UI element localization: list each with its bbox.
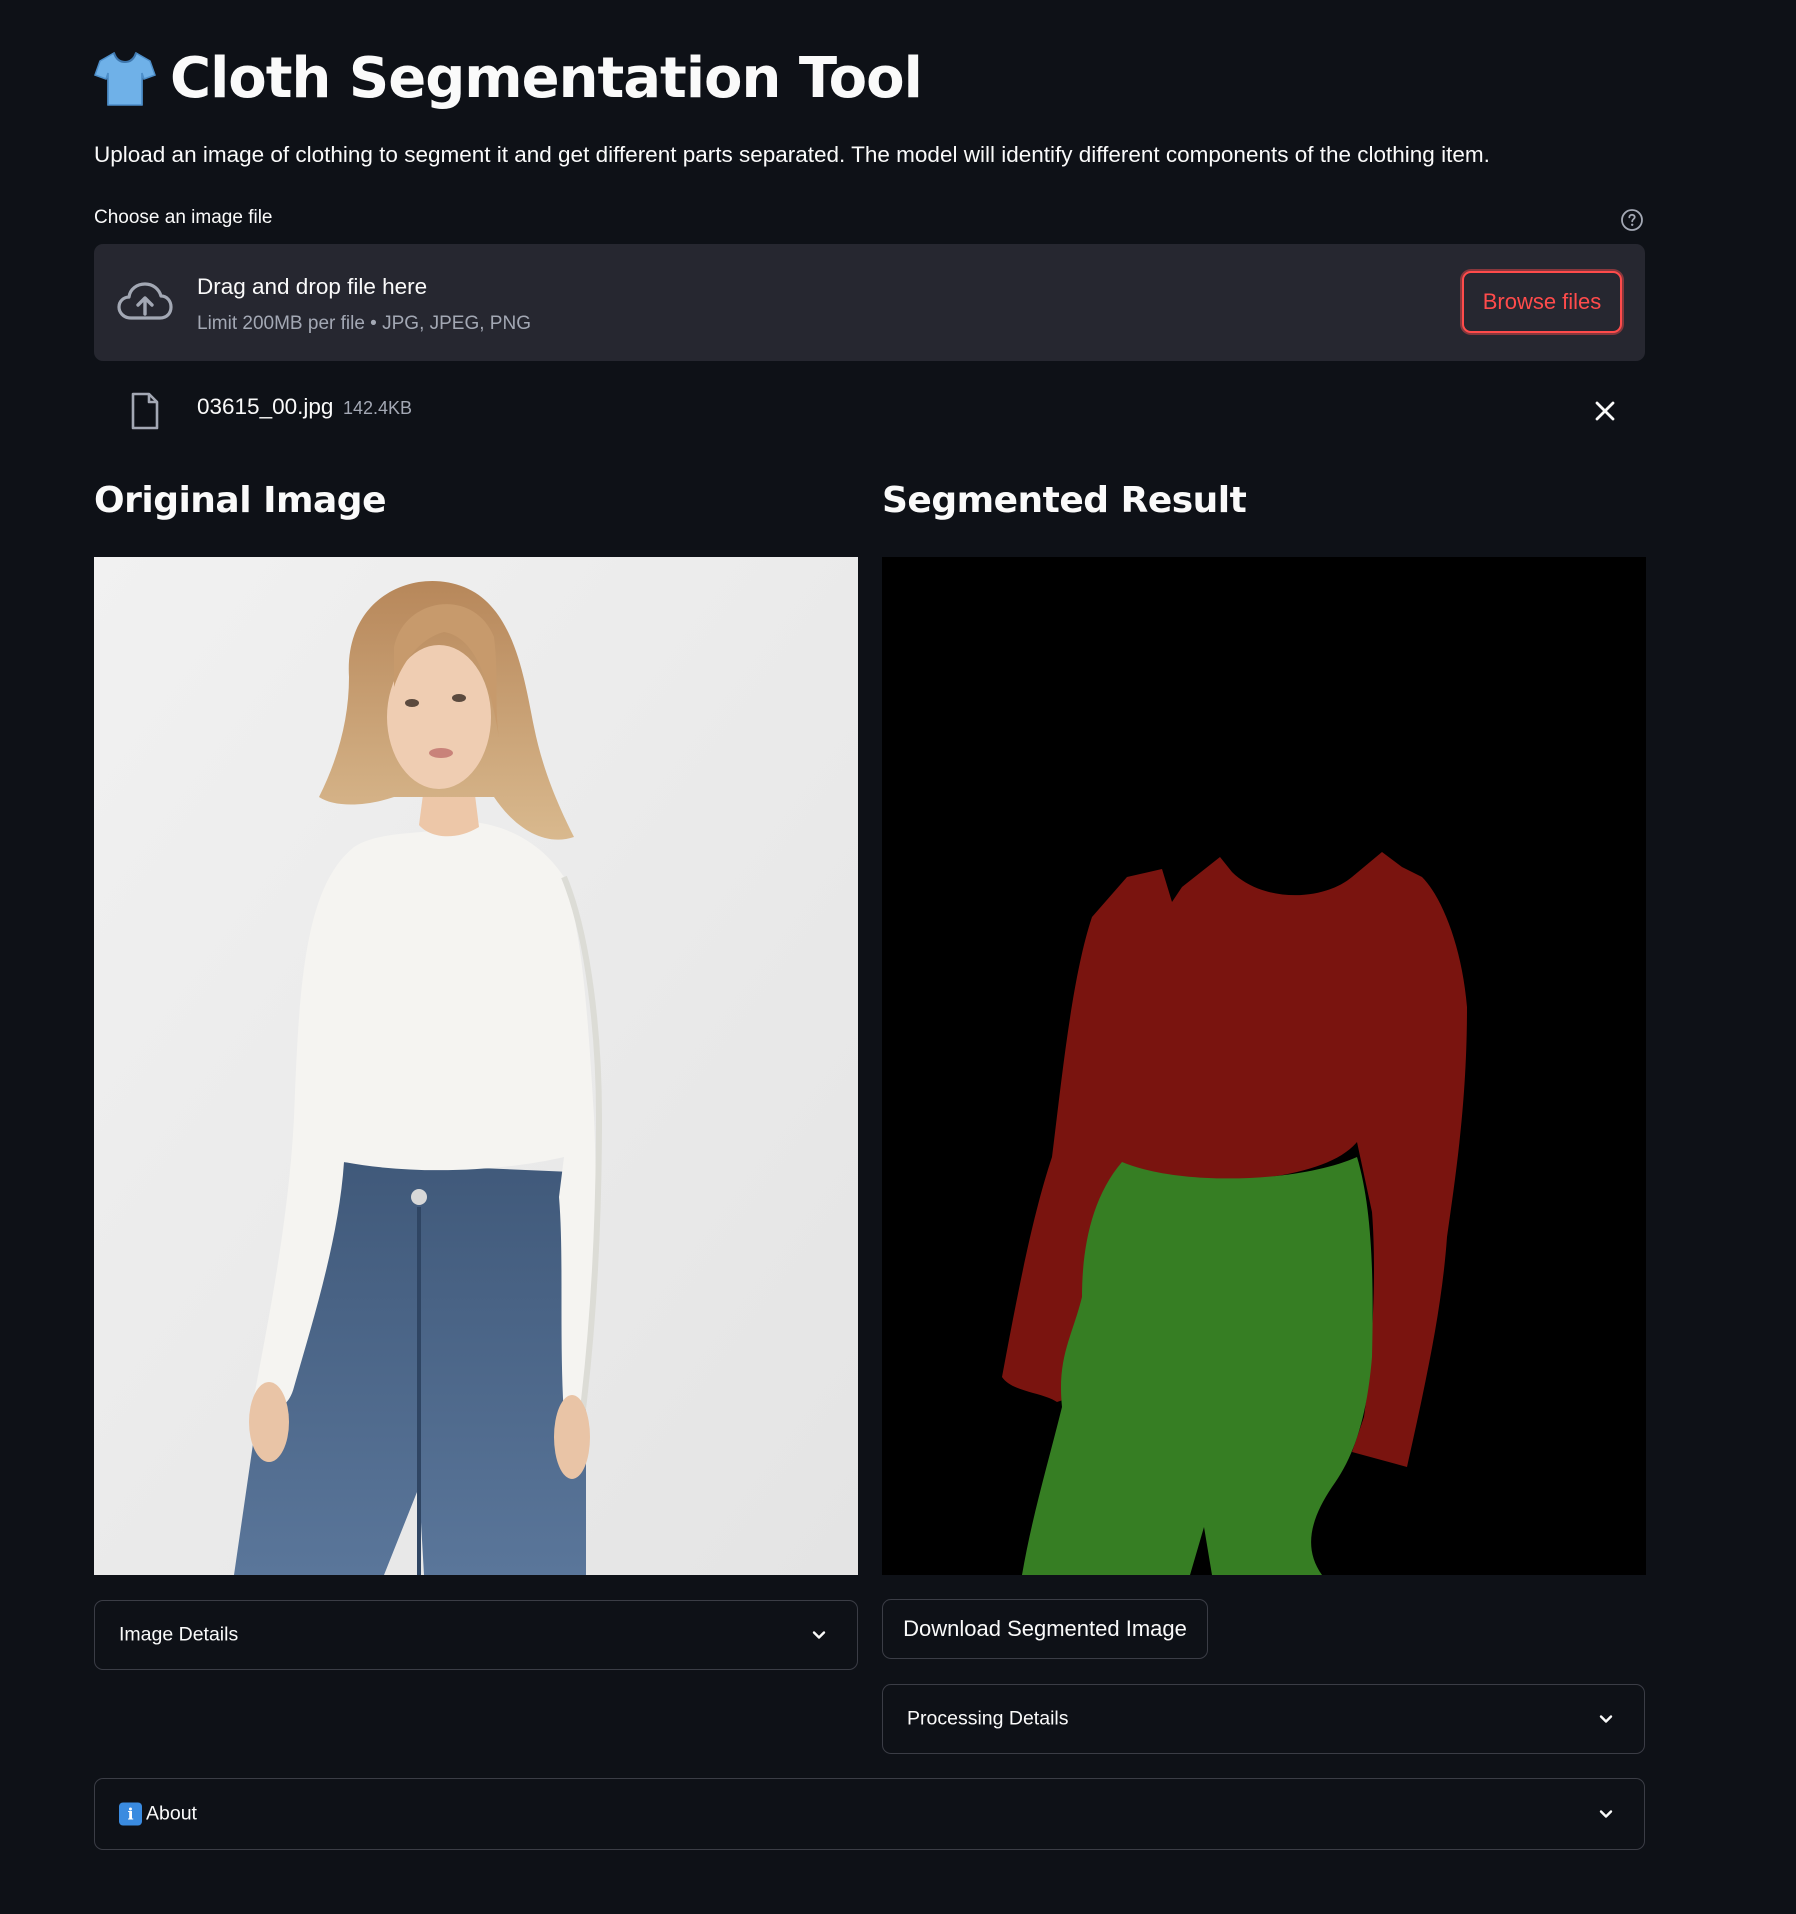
info-icon: i xyxy=(119,1802,142,1826)
browse-files-button[interactable]: Browse files xyxy=(1462,271,1622,333)
about-label: About xyxy=(146,1802,197,1825)
file-icon xyxy=(131,392,159,430)
processing-details-expander[interactable]: Processing Details xyxy=(882,1684,1645,1754)
image-details-expander[interactable]: Image Details xyxy=(94,1600,858,1670)
title-row: Cloth Segmentation Tool xyxy=(94,42,923,114)
chevron-down-icon xyxy=(1599,1810,1613,1818)
dropzone-limit-text: Limit 200MB per file • JPG, JPEG, PNG xyxy=(197,313,531,334)
processing-details-label: Processing Details xyxy=(907,1707,1069,1730)
uploaded-file-size: 142.4KB xyxy=(343,398,413,418)
image-details-label: Image Details xyxy=(119,1623,239,1646)
about-expander[interactable]: i About xyxy=(94,1778,1645,1850)
cloud-upload-icon xyxy=(117,282,173,320)
t-shirt-icon xyxy=(94,51,156,106)
segmented-image xyxy=(882,557,1646,1575)
close-icon[interactable] xyxy=(1592,398,1618,424)
page-title: Cloth Segmentation Tool xyxy=(170,45,923,111)
original-photo xyxy=(94,557,858,1575)
chevron-down-icon xyxy=(1599,1715,1613,1723)
download-segmented-button[interactable]: Download Segmented Image xyxy=(882,1599,1208,1659)
original-image-heading: Original Image xyxy=(94,480,387,521)
app-page: Cloth Segmentation Tool Upload an image … xyxy=(0,0,1796,1914)
file-dropzone[interactable]: Drag and drop file here Limit 200MB per … xyxy=(94,244,1645,361)
chevron-down-icon xyxy=(812,1631,826,1639)
uploader-label: Choose an image file xyxy=(94,207,273,228)
question-circle-icon[interactable] xyxy=(1620,208,1644,232)
segmentation-mask xyxy=(882,557,1646,1575)
uploaded-file-row: 03615_00.jpg 142.4KB xyxy=(94,386,1645,436)
page-description: Upload an image of clothing to segment i… xyxy=(94,142,1490,167)
about-label-wrap: i About xyxy=(119,1802,197,1826)
original-image xyxy=(94,557,858,1575)
segmented-result-heading: Segmented Result xyxy=(882,480,1247,521)
uploaded-file-name: 03615_00.jpg xyxy=(197,394,334,419)
dropzone-title: Drag and drop file here xyxy=(197,274,428,299)
